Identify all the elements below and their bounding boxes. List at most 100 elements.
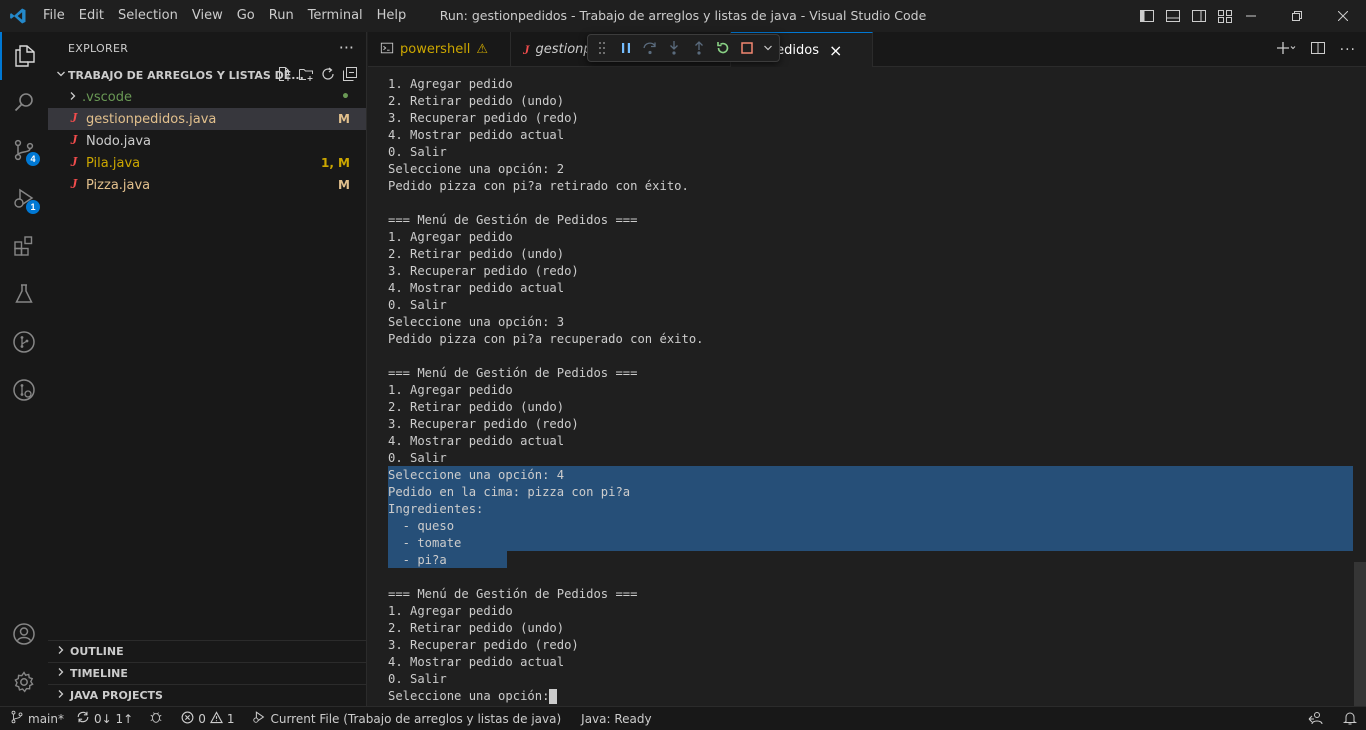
java-file-icon: J: [70, 155, 78, 170]
step-over-icon[interactable]: [642, 39, 658, 57]
workspace-folder[interactable]: TRABAJO DE ARREGLOS Y LISTAS DE...: [48, 64, 366, 86]
section-label: TIMELINE: [70, 667, 128, 680]
chevron-down-icon[interactable]: [763, 39, 773, 57]
outline-section[interactable]: OUTLINE: [48, 640, 367, 662]
notifications-bell-icon[interactable]: [1342, 710, 1358, 729]
new-folder-icon[interactable]: [298, 66, 314, 85]
java-file-icon: J: [70, 133, 78, 148]
problems-status[interactable]: 0 1: [175, 707, 240, 730]
drag-handle-icon[interactable]: [594, 39, 610, 57]
terminal-line: - pi?a: [388, 553, 447, 567]
terminal-line: 4. Mostrar pedido actual: [388, 434, 565, 448]
terminal-line: Seleccione una opción:: [388, 689, 557, 703]
menu-go[interactable]: Go: [230, 0, 262, 32]
toggle-panel-icon[interactable]: [1164, 7, 1182, 25]
remote-explorer-icon[interactable]: [0, 366, 48, 414]
java-file-icon: J: [70, 177, 78, 192]
tree-item-vscode-folder[interactable]: .vscode •: [48, 86, 366, 108]
tree-item-gestionpedidos[interactable]: J gestionpedidos.java M: [48, 108, 366, 130]
terminal-line: - tomate: [388, 536, 462, 550]
menu-run[interactable]: Run: [262, 0, 301, 32]
step-into-icon[interactable]: [666, 39, 682, 57]
tab-label: powershell: [400, 42, 471, 57]
status-bar: main* 0↓ 1↑ 0 1 Current File (Trabajo de…: [0, 706, 1366, 730]
java-status[interactable]: Java: Ready: [575, 707, 657, 730]
collapse-folders-icon[interactable]: [342, 66, 358, 85]
pause-icon[interactable]: [618, 39, 634, 57]
explorer-header: EXPLORER: [68, 41, 129, 55]
refresh-explorer-icon[interactable]: [320, 66, 336, 85]
tab-powershell[interactable]: powershell ⚠: [368, 32, 511, 67]
toggle-primary-sidebar-icon[interactable]: [1138, 7, 1156, 25]
terminal-line: 4. Mostrar pedido actual: [388, 655, 565, 669]
extensions-icon[interactable]: [0, 222, 48, 270]
close-tab-icon[interactable]: ×: [829, 41, 842, 60]
menu-selection[interactable]: Selection: [111, 0, 185, 32]
error-count: 0: [198, 711, 206, 726]
sync-status[interactable]: 0↓ 1↑: [70, 707, 139, 730]
close-window-icon[interactable]: [1320, 0, 1366, 32]
restore-icon[interactable]: [1274, 0, 1320, 32]
source-control-badge: 4: [26, 152, 40, 166]
source-control-icon[interactable]: 4: [0, 126, 48, 174]
file-status: •: [341, 89, 350, 105]
editor-tabs: powershell ⚠ J gestionp tionpedidos × ··…: [368, 32, 1366, 67]
current-file-label: Current File (Trabajo de arreglos y list…: [270, 711, 562, 726]
timeline-section[interactable]: TIMELINE: [48, 662, 367, 684]
new-file-icon[interactable]: [276, 66, 292, 85]
terminal-line: === Menú de Gestión de Pedidos ===: [388, 366, 638, 380]
live-share-icon[interactable]: [1308, 710, 1324, 729]
stop-icon[interactable]: [739, 39, 755, 57]
chevron-right-icon: [54, 689, 68, 702]
terminal-icon: [380, 41, 394, 59]
account-icon[interactable]: [0, 610, 48, 658]
new-terminal-icon[interactable]: [1276, 40, 1296, 60]
debug-status[interactable]: [143, 707, 169, 730]
menu-edit[interactable]: Edit: [72, 0, 111, 32]
menu-file[interactable]: File: [36, 0, 72, 32]
menu-terminal[interactable]: Terminal: [301, 0, 370, 32]
tree-item-pizza[interactable]: J Pizza.java M: [48, 174, 366, 196]
error-icon: [181, 711, 194, 727]
window-controls: [1228, 0, 1366, 32]
search-icon[interactable]: [0, 78, 48, 126]
terminal-line: Pedido pizza con pi?a retirado con éxito…: [388, 179, 689, 193]
run-config-icon: [252, 710, 266, 727]
more-actions-icon[interactable]: ···: [339, 38, 354, 57]
branch-status[interactable]: main*: [0, 707, 70, 730]
terminal-line: 0. Salir: [388, 451, 447, 465]
restart-icon[interactable]: [715, 39, 731, 57]
testing-icon[interactable]: [0, 270, 48, 318]
branch-name: main*: [28, 711, 64, 726]
git-graph-icon[interactable]: [0, 318, 48, 366]
java-projects-section[interactable]: JAVA PROJECTS: [48, 684, 367, 706]
explorer-sidebar: EXPLORER ··· TRABAJO DE ARREGLOS Y LISTA…: [48, 32, 367, 706]
explorer-icon[interactable]: [0, 32, 48, 80]
section-label: OUTLINE: [70, 645, 124, 658]
current-file-launch[interactable]: Current File (Trabajo de arreglos y list…: [246, 707, 567, 730]
terminal-line: 0. Salir: [388, 145, 447, 159]
file-name: Pizza.java: [86, 177, 151, 193]
folder-actions: [276, 66, 358, 85]
more-actions-icon[interactable]: ···: [1340, 42, 1356, 58]
terminal-line: Seleccione una opción: 2: [388, 162, 565, 176]
java-file-icon: J: [70, 111, 78, 126]
layout-controls: [1138, 0, 1234, 32]
file-status: 1, M: [320, 156, 350, 170]
split-editor-icon[interactable]: [1310, 40, 1326, 60]
minimize-icon[interactable]: [1228, 0, 1274, 32]
warning-count: 1: [226, 711, 235, 726]
menu-help[interactable]: Help: [370, 0, 414, 32]
menu-view[interactable]: View: [185, 0, 230, 32]
java-file-icon: J: [523, 41, 530, 57]
tree-item-pila[interactable]: J Pila.java 1, M: [48, 152, 366, 174]
settings-gear-icon[interactable]: [0, 658, 48, 706]
terminal-scrollbar[interactable]: [1354, 562, 1366, 706]
run-debug-icon[interactable]: 1: [0, 174, 48, 222]
tree-item-nodo[interactable]: J Nodo.java: [48, 130, 366, 152]
terminal-line: 3. Recuperar pedido (redo): [388, 111, 579, 125]
step-out-icon[interactable]: [691, 39, 707, 57]
terminal-output[interactable]: 1. Agregar pedido 2. Retirar pedido (undo…: [368, 67, 1366, 706]
run-debug-badge: 1: [26, 200, 40, 214]
toggle-secondary-sidebar-icon[interactable]: [1190, 7, 1208, 25]
